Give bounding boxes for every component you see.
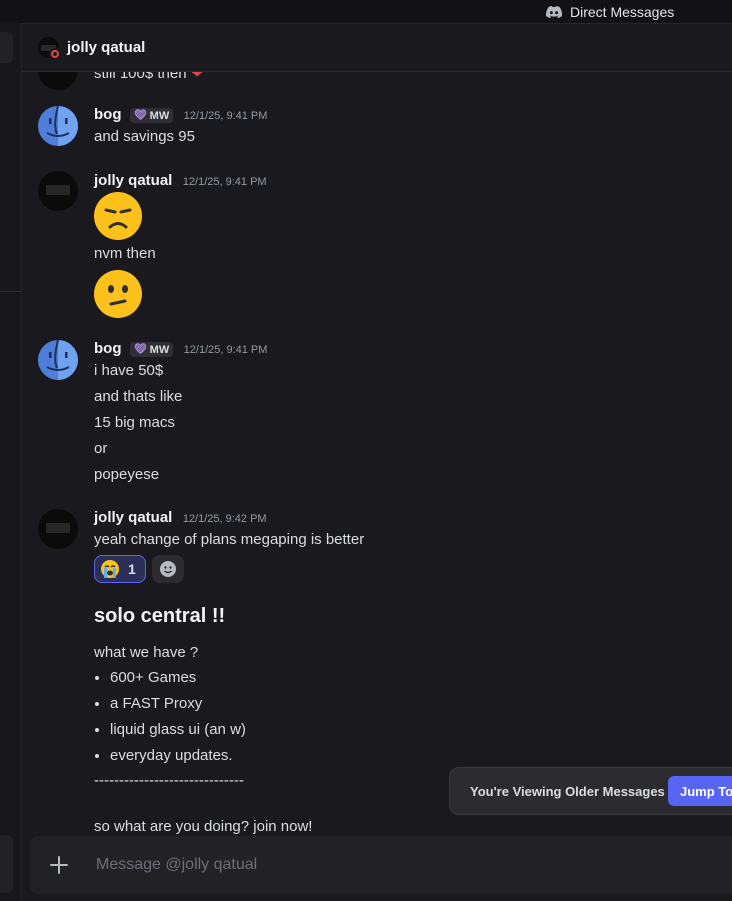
username[interactable]: bog — [94, 340, 122, 357]
message-text: so what are you doing? join now! — [94, 818, 313, 835]
username[interactable]: jolly qatual — [94, 509, 172, 526]
timestamp: 12/1/25, 9:41 PM — [183, 344, 268, 356]
add-reaction-button[interactable] — [152, 555, 184, 583]
direct-messages-label[interactable]: Direct Messages — [546, 0, 674, 23]
header-avatar[interactable] — [38, 37, 61, 60]
attach-plus-icon[interactable] — [30, 836, 88, 894]
discord-icon — [546, 5, 562, 18]
avatar[interactable] — [38, 509, 78, 549]
loudly-crying-face-icon — [101, 560, 119, 578]
avatar[interactable] — [38, 72, 78, 90]
message-text: yeah change of plans megaping is better — [94, 531, 365, 548]
message-header: bog 💜︎ MW 12/1/25, 9:41 PM — [94, 340, 267, 358]
title-bar: Direct Messages — [0, 0, 732, 24]
message-text: still 100$ then ❤ — [94, 72, 203, 82]
dnd-status-icon — [49, 48, 61, 60]
message-text: nvm then — [94, 245, 156, 262]
confused-face-emoji-icon[interactable] — [94, 270, 142, 318]
message-text: ------------------------------ — [94, 772, 244, 789]
feature-list: 600+ Games a FAST Proxy liquid glass ui … — [94, 665, 246, 769]
plus-icon — [50, 856, 68, 874]
older-messages-banner: You're Viewing Older Messages Jump To — [449, 767, 732, 815]
message-text: what we have ? — [94, 644, 199, 661]
avatar[interactable] — [38, 106, 78, 146]
broken-heart-icon: ❤ — [190, 72, 204, 82]
username[interactable]: bog — [94, 106, 122, 123]
avatar-image-icon — [46, 523, 70, 533]
reaction-button[interactable]: 1 — [94, 555, 146, 583]
direct-messages-text: Direct Messages — [570, 3, 675, 20]
list-item: liquid glass ui (an w) — [110, 717, 246, 743]
message-text: and savings 95 — [94, 128, 195, 145]
jump-to-present-button[interactable]: Jump To — [668, 776, 732, 806]
message-text: and thats like — [94, 388, 183, 405]
message-text: popeyese — [94, 466, 160, 483]
message-text: 15 big macs — [94, 414, 175, 431]
timestamp: 12/1/25, 9:41 PM — [183, 110, 268, 122]
timestamp: 12/1/25, 9:41 PM — [182, 176, 267, 188]
add-reaction-icon — [160, 561, 176, 577]
older-messages-text: You're Viewing Older Messages — [470, 783, 665, 799]
message-header: bog 💜︎ MW 12/1/25, 9:41 PM — [94, 106, 267, 124]
message-composer — [30, 836, 732, 894]
finder-face-icon — [46, 106, 78, 146]
heart-icon: 💜︎ — [133, 110, 147, 121]
message-input[interactable] — [94, 855, 598, 875]
clan-tag[interactable]: 💜︎ MW — [129, 342, 174, 357]
sidebar-edge — [0, 23, 22, 901]
message-header: jolly qatual 12/1/25, 9:41 PM — [94, 172, 267, 190]
list-item: 600+ Games — [110, 665, 246, 691]
header-username[interactable]: jolly qatual — [67, 39, 145, 56]
promo-heading: solo central !! — [94, 605, 226, 627]
message-text: i have 50$ — [94, 362, 164, 379]
timestamp: 12/1/25, 9:42 PM — [182, 513, 267, 525]
heart-icon: 💜︎ — [133, 344, 147, 355]
avatar[interactable] — [38, 171, 78, 211]
message-text: or — [94, 440, 108, 457]
message-list[interactable]: still 100$ then ❤ bog 💜︎ MW 12/1/25, 9:41… — [22, 72, 732, 836]
clan-tag[interactable]: 💜︎ MW — [129, 108, 174, 123]
sidebar-divider — [0, 291, 21, 292]
chat-header: jolly qatual — [22, 24, 732, 72]
sidebar-user-panel-stub[interactable] — [0, 835, 13, 893]
message-header: jolly qatual 12/1/25, 9:42 PM — [94, 509, 267, 527]
sidebar-search-stub[interactable] — [0, 32, 13, 63]
finder-face-icon — [46, 340, 78, 380]
list-item: everyday updates. — [110, 743, 246, 769]
unamused-face-emoji-icon[interactable] — [94, 192, 142, 240]
avatar-image-icon — [46, 185, 70, 195]
reaction-count: 1 — [128, 561, 136, 577]
avatar[interactable] — [38, 340, 78, 380]
list-item: a FAST Proxy — [110, 691, 246, 717]
username[interactable]: jolly qatual — [94, 172, 172, 189]
